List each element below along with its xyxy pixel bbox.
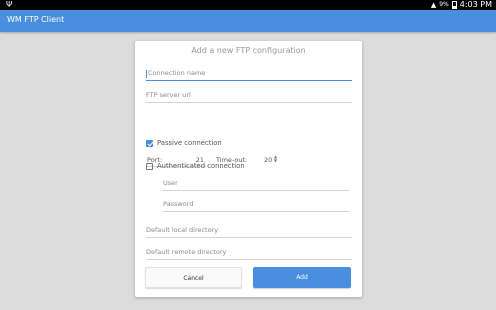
connection-name-placeholder: Connection name bbox=[148, 69, 206, 77]
user-placeholder: User bbox=[163, 179, 178, 187]
authenticated-connection-checkbox[interactable] bbox=[146, 162, 153, 170]
clock: 4:03 PM bbox=[459, 0, 492, 9]
dialog-title: Add a new FTP configuration bbox=[191, 46, 306, 55]
default-local-directory-placeholder: Default local directory bbox=[146, 226, 219, 234]
user-input[interactable]: User bbox=[163, 177, 350, 191]
wifi-icon: ▲ bbox=[430, 1, 437, 9]
passive-connection-label: Passive connection bbox=[157, 139, 222, 147]
battery-percent: 9% bbox=[439, 1, 449, 8]
timeout-spinner[interactable]: 20 ▲ ▼ bbox=[260, 155, 280, 167]
passive-connection-checkbox-row[interactable]: Passive connection bbox=[146, 138, 222, 148]
connection-name-input[interactable]: Connection name bbox=[146, 67, 352, 81]
default-local-directory-input[interactable]: Default local directory bbox=[146, 224, 352, 238]
cancel-button[interactable]: Cancel bbox=[145, 267, 242, 288]
battery-icon bbox=[451, 1, 457, 9]
default-remote-directory-input[interactable]: Default remote directory bbox=[146, 246, 352, 260]
authenticated-connection-checkbox-row[interactable]: Authenticated connection bbox=[146, 161, 245, 171]
usb-icon: Ψ bbox=[6, 0, 13, 9]
ftp-server-url-placeholder: FTP server url bbox=[146, 91, 191, 99]
timeout-value: 20 bbox=[264, 156, 273, 164]
status-bar: Ψ ▲ 9% 4:03 PM bbox=[0, 0, 496, 10]
app-bar: WM FTP Client bbox=[0, 10, 496, 32]
add-ftp-config-dialog: Add a new FTP configuration Connection n… bbox=[135, 41, 362, 297]
spinner-arrows-icon: ▲ ▼ bbox=[274, 154, 278, 163]
status-icons: ▲ 9% 4:03 PM bbox=[431, 0, 492, 10]
add-button[interactable]: Add bbox=[253, 267, 351, 288]
password-placeholder: Password bbox=[163, 200, 194, 208]
passive-connection-checkbox[interactable] bbox=[146, 139, 153, 147]
authenticated-connection-label: Authenticated connection bbox=[157, 162, 245, 170]
text-cursor bbox=[146, 70, 147, 78]
ftp-server-url-input[interactable]: FTP server url bbox=[146, 89, 352, 103]
default-remote-directory-placeholder: Default remote directory bbox=[146, 248, 227, 256]
app-title: WM FTP Client bbox=[7, 15, 65, 24]
password-input[interactable]: Password bbox=[163, 198, 350, 212]
